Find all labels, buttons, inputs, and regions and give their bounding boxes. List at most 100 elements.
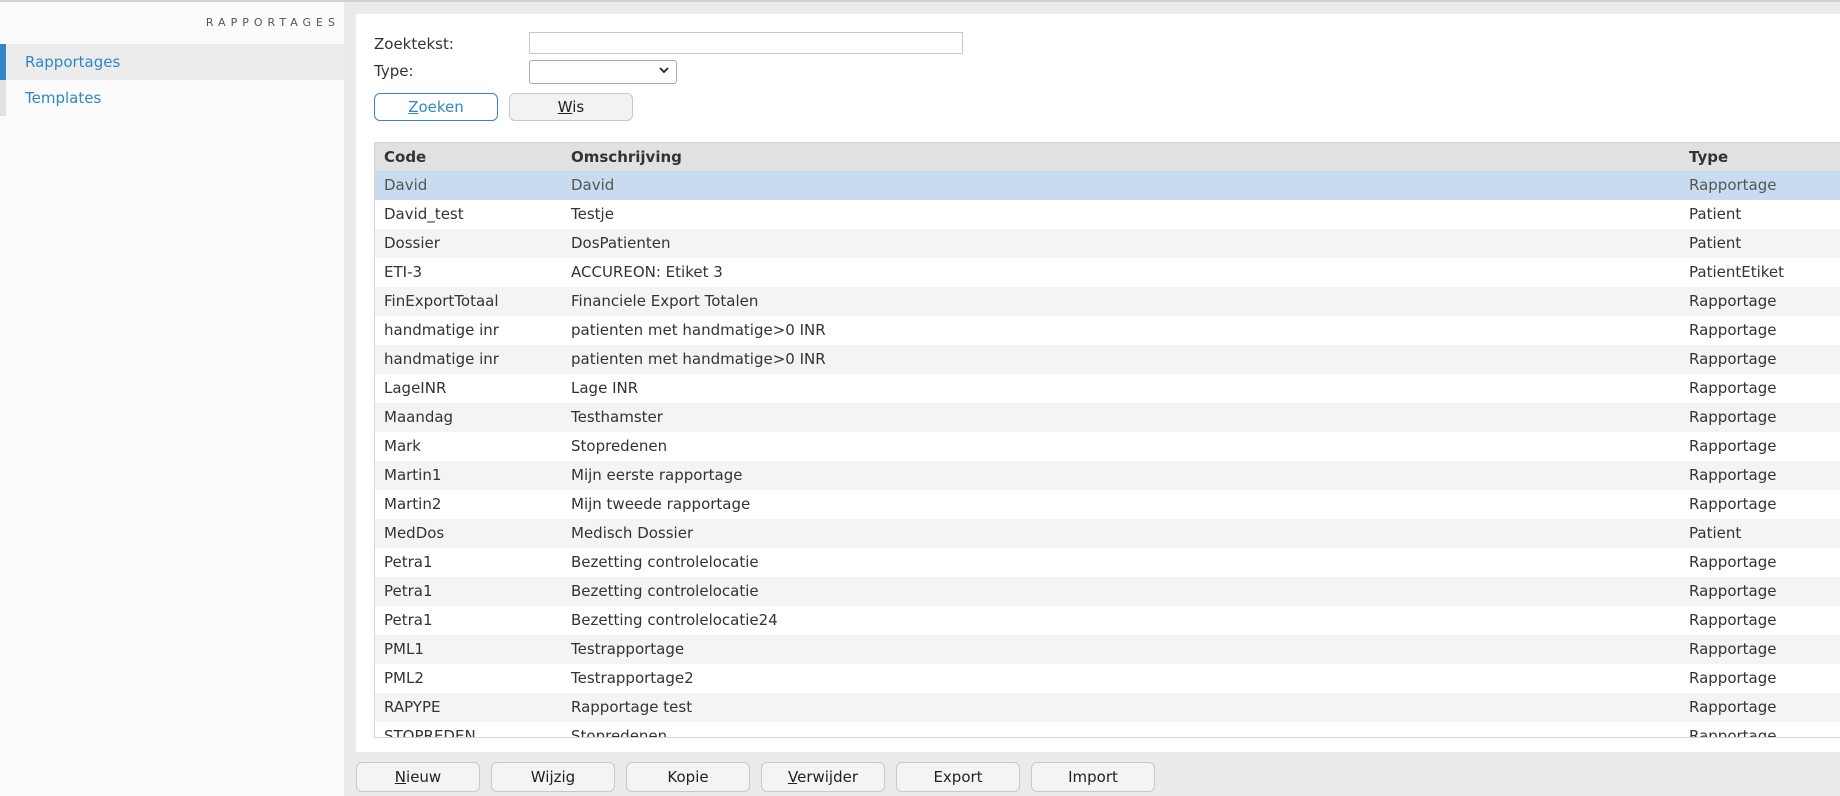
table-row[interactable]: handmatige inr patienten met handmatige>0… [375, 316, 1840, 345]
cell-type: Rapportage [1689, 727, 1777, 738]
cell-code: David [384, 176, 428, 194]
sidebar-nav: Rapportages Templates [0, 44, 344, 116]
wis-button[interactable]: Wis [509, 93, 633, 121]
cell-omschrijving: Lage INR [571, 379, 639, 397]
column-header-omschrijving[interactable]: Omschrijving [571, 148, 682, 166]
table-row[interactable]: David David Rapportage [375, 171, 1840, 200]
cell-omschrijving: Financiele Export Totalen [571, 292, 759, 310]
cell-omschrijving: Testrapportage2 [571, 669, 694, 687]
import-button[interactable]: Import [1031, 762, 1155, 792]
table-row[interactable]: PML2 Testrapportage2 Rapportage [375, 664, 1840, 693]
cell-omschrijving: patienten met handmatige>0 INR [571, 321, 826, 339]
cell-omschrijving: Stopredenen [571, 437, 668, 455]
sidebar-item-rapportages[interactable]: Rapportages [0, 44, 344, 80]
cell-code: Martin2 [384, 495, 442, 513]
table-row[interactable]: Martin2 Mijn tweede rapportage Rapportage [375, 490, 1840, 519]
cell-omschrijving: Mijn eerste rapportage [571, 466, 743, 484]
cell-code: Petra1 [384, 553, 433, 571]
cell-type: Rapportage [1689, 379, 1777, 397]
table-row[interactable]: handmatige inr patienten met handmatige>0… [375, 345, 1840, 374]
table-row[interactable]: Dossier DosPatienten Patient [375, 229, 1840, 258]
table-row[interactable]: RAPYPE Rapportage test Rapportage [375, 693, 1840, 722]
kopie-button[interactable]: Kopie [626, 762, 750, 792]
cell-omschrijving: Bezetting controlelocatie [571, 553, 759, 571]
verwijder-label: erwijder [797, 768, 859, 786]
cell-code: Mark [384, 437, 421, 455]
cell-omschrijving: patienten met handmatige>0 INR [571, 350, 826, 368]
table-row[interactable]: Maandag Testhamster Rapportage [375, 403, 1840, 432]
cell-type: Rapportage [1689, 553, 1777, 571]
cell-code: Petra1 [384, 611, 433, 629]
cell-omschrijving: Mijn tweede rapportage [571, 495, 751, 513]
table-row[interactable]: David_test Testje Patient [375, 200, 1840, 229]
zoeken-hotkey: Z [408, 98, 419, 116]
table-row[interactable]: Martin1 Mijn eerste rapportage Rapportage [375, 461, 1840, 490]
cell-code: David_test [384, 205, 464, 223]
table-row[interactable]: STOPREDEN Stopredenen Rapportage [375, 722, 1840, 738]
table-row[interactable]: Mark Stopredenen Rapportage [375, 432, 1840, 461]
zoeken-label: oeken [418, 98, 464, 116]
cell-type: Rapportage [1689, 292, 1777, 310]
cell-type: Rapportage [1689, 495, 1777, 513]
type-select[interactable] [529, 60, 677, 84]
cell-omschrijving: Bezetting controlelocatie [571, 582, 759, 600]
cell-type: PatientEtiket [1689, 263, 1785, 281]
cell-type: Patient [1689, 234, 1742, 252]
table-row[interactable]: ETI-3 ACCUREON: Etiket 3 PatientEtiket [375, 258, 1840, 287]
cell-type: Rapportage [1689, 611, 1777, 629]
table-row[interactable]: PML1 Testrapportage Rapportage [375, 635, 1840, 664]
cell-type: Rapportage [1689, 640, 1777, 658]
sidebar-title: RAPPORTAGES [205, 16, 340, 29]
results-table: Code Omschrijving Type David David Rapport… [374, 142, 1840, 738]
cell-type: Rapportage [1689, 466, 1777, 484]
chevron-down-icon [658, 64, 670, 80]
cell-type: Rapportage [1689, 350, 1777, 368]
cell-omschrijving: David [571, 176, 615, 194]
wis-label: is [572, 98, 585, 116]
cell-omschrijving: Testhamster [571, 408, 663, 426]
import-label: Import [1068, 768, 1118, 786]
cell-type: Patient [1689, 205, 1742, 223]
cell-omschrijving: ACCUREON: Etiket 3 [571, 263, 723, 281]
zoeken-button[interactable]: Zoeken [374, 93, 498, 121]
cell-code: RAPYPE [384, 698, 441, 716]
wijzig-button[interactable]: Wijzig [491, 762, 615, 792]
kopie-label: Kopie [667, 768, 709, 786]
cell-type: Rapportage [1689, 321, 1777, 339]
column-header-code[interactable]: Code [384, 148, 426, 166]
zoektekst-input[interactable] [529, 32, 963, 54]
verwijder-button[interactable]: Verwijder [761, 762, 885, 792]
cell-code: Martin1 [384, 466, 442, 484]
table-row[interactable]: Petra1 Bezetting controlelocatie24 Rapport… [375, 606, 1840, 635]
cell-omschrijving: Rapportage test [571, 698, 693, 716]
column-header-type[interactable]: Type [1689, 148, 1728, 166]
search-panel: Zoektekst: Type: Zoeken Wis Code Omschri… [356, 14, 1840, 752]
zoektekst-label: Zoektekst: [374, 35, 454, 53]
cell-code: LageINR [384, 379, 447, 397]
nieuw-hotkey: N [394, 768, 407, 786]
table-row[interactable]: Petra1 Bezetting controlelocatie Rapportag… [375, 577, 1840, 606]
cell-type: Rapportage [1689, 669, 1777, 687]
nieuw-button[interactable]: Nieuw [356, 762, 480, 792]
sidebar-item-templates[interactable]: Templates [0, 80, 344, 116]
cell-code: ETI-3 [384, 263, 423, 281]
action-bar: Nieuw Wijzig Kopie Verwijder Export Impo… [356, 762, 1840, 796]
cell-type: Rapportage [1689, 582, 1777, 600]
cell-code: handmatige inr [384, 321, 499, 339]
cell-code: Dossier [384, 234, 440, 252]
table-body: David David Rapportage David_test Testje Pati… [375, 171, 1840, 738]
cell-code: STOPREDEN [384, 727, 476, 738]
verwijder-hotkey: V [787, 768, 798, 786]
cell-code: Maandag [384, 408, 454, 426]
cell-omschrijving: Medisch Dossier [571, 524, 694, 542]
table-row[interactable]: Petra1 Bezetting controlelocatie Rapportag… [375, 548, 1840, 577]
cell-code: MedDos [384, 524, 445, 542]
cell-code: PML1 [384, 640, 424, 658]
wijzig-label: Wijzig [530, 768, 576, 786]
export-button[interactable]: Export [896, 762, 1020, 792]
cell-omschrijving: Stopredenen [571, 727, 668, 738]
table-row[interactable]: FinExportTotaal Financiele Export Totalen… [375, 287, 1840, 316]
table-row[interactable]: MedDos Medisch Dossier Patient [375, 519, 1840, 548]
sidebar: RAPPORTAGES Rapportages Templates [0, 2, 344, 796]
table-row[interactable]: LageINR Lage INR Rapportage [375, 374, 1840, 403]
